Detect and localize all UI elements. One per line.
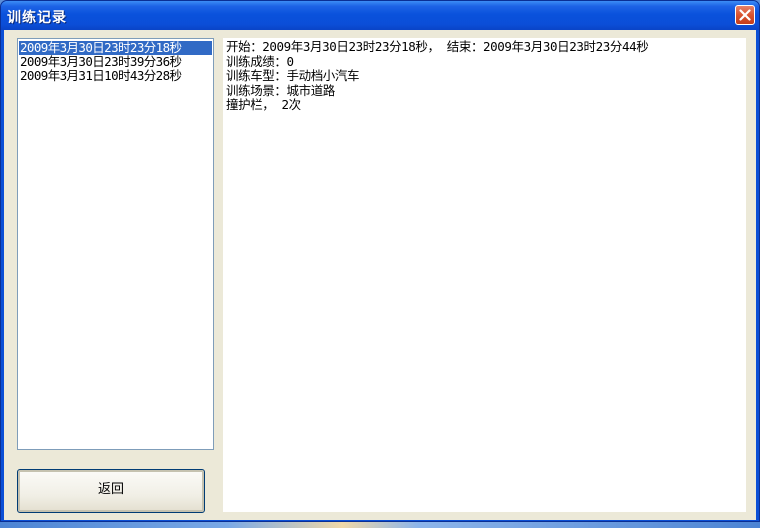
record-list-item[interactable]: 2009年3月30日23时39分36秒 — [19, 55, 212, 69]
record-list-item[interactable]: 2009年3月31日10时43分28秒 — [19, 69, 212, 83]
window-title: 训练记录 — [7, 10, 67, 26]
dialog-client-area: 2009年3月30日23时23分18秒 2009年3月30日23时39分36秒 … — [4, 30, 756, 520]
title-bar[interactable]: 训练记录 — [1, 1, 759, 30]
return-button[interactable]: 返回 — [17, 469, 205, 513]
training-records-window: 训练记录 2009年3月30日23时23分18秒 2009年3月30日23时39… — [0, 0, 760, 522]
close-button[interactable] — [735, 5, 755, 25]
detail-vehicle-type: 训练车型：手动档小汽车 — [226, 68, 360, 83]
detail-scene: 训练场景：城市道路 — [226, 82, 335, 98]
desktop-background-strip — [0, 522, 760, 528]
close-icon — [739, 9, 751, 21]
record-list-item[interactable]: 2009年3月30日23时23分18秒 — [19, 41, 212, 55]
detail-guardrail-hits: 撞护栏， 2次 — [226, 97, 301, 112]
record-detail-panel: 开始：2009年3月30日23时23分18秒， 结束：2009年3月30日23时… — [223, 38, 746, 512]
detail-time-range: 开始：2009年3月30日23时23分18秒， 结束：2009年3月30日23时… — [226, 39, 649, 54]
records-listbox[interactable]: 2009年3月30日23时23分18秒 2009年3月30日23时39分36秒 … — [17, 38, 214, 450]
detail-score: 训练成绩：0 — [226, 53, 294, 69]
